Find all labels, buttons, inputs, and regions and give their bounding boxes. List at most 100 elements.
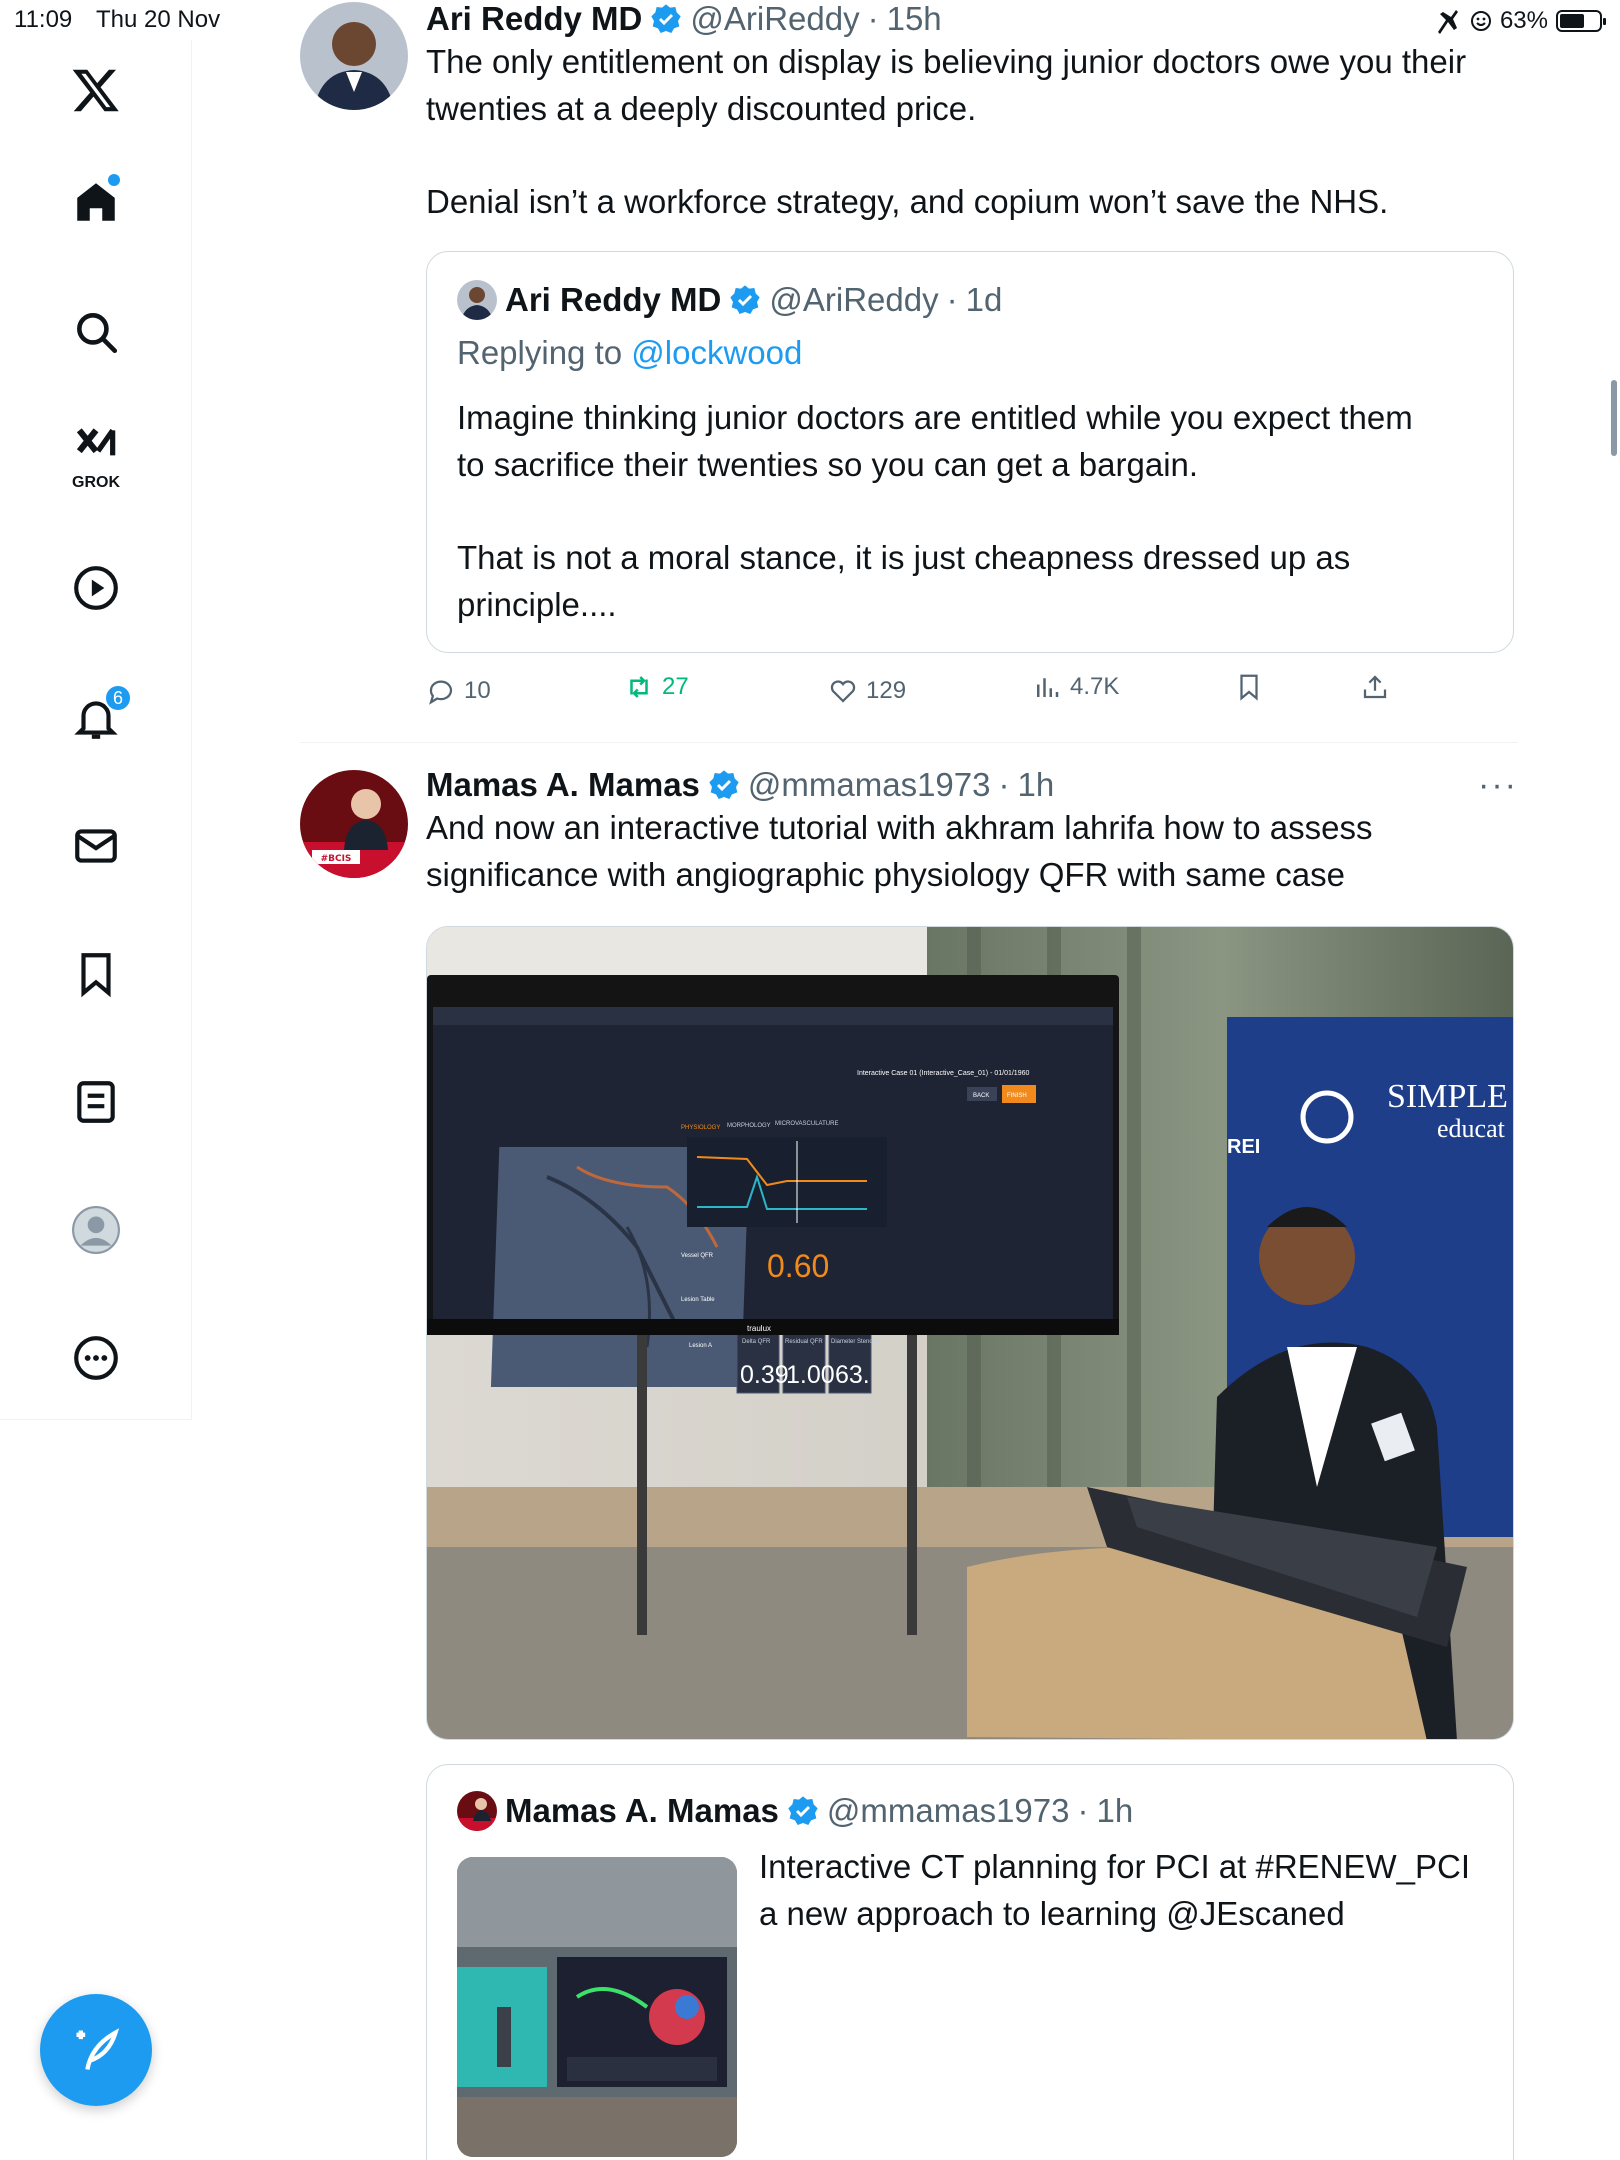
compose-button[interactable] (40, 1994, 152, 2106)
tweet1-text: The only entitlement on display is belie… (426, 38, 1518, 225)
timestamp[interactable]: 1h (1018, 766, 1055, 804)
lesion-table: Lesion Table (681, 1297, 715, 1303)
sidebar-item-lists[interactable] (56, 1062, 136, 1142)
sidebar-item-notifications[interactable]: 6 (56, 678, 136, 758)
repost-icon (630, 676, 648, 698)
home-unread-dot (108, 174, 120, 186)
tweet1-avatar[interactable] (300, 2, 408, 110)
screen-value: 0.60 (767, 1248, 829, 1284)
separator: · (1077, 1792, 1089, 1829)
text-line: a new approach to learning @JEscaned (759, 1895, 1345, 1932)
sidebar-item-search[interactable] (56, 292, 136, 372)
share-button[interactable] (1360, 672, 1390, 702)
finish-btn: FINISH (1007, 1093, 1027, 1099)
text-line: Denial isn’t a workforce strategy, and c… (426, 183, 1389, 220)
cell-value-2: 1.00 (786, 1361, 835, 1389)
author-handle[interactable]: @AriReddy (690, 0, 859, 38)
status-time: 11:09 (14, 6, 73, 33)
tab-morphology: MORPHOLOGY (727, 1123, 771, 1129)
quote-text: Imagine thinking junior doctors are enti… (457, 394, 1497, 628)
text-line: Imagine thinking junior doctors are enti… (457, 399, 1413, 436)
sidebar-item-grok[interactable]: GROK (56, 418, 136, 498)
quoted-tweet[interactable]: Ari Reddy MD @AriReddy · 1d Replying to … (426, 251, 1514, 653)
battery-icon (1556, 10, 1606, 32)
text-line: principle.... (457, 586, 617, 623)
tweet2-header: Mamas A. Mamas @mmamas1973 · 1h (426, 766, 1518, 804)
bookmark-icon (1240, 674, 1258, 701)
monitor: Interactive Case 01 (Interactive_Case_01… (427, 975, 1119, 1394)
search-icon (77, 313, 118, 354)
profile-avatar-icon (72, 1206, 120, 1254)
text-line: Interactive CT planning for PCI at #RENE… (759, 1848, 1471, 1885)
like-count: 129 (866, 677, 907, 704)
replying-to: Replying to @lockwood (457, 334, 802, 372)
text-line: twenties at a deeply discounted price. (426, 90, 977, 127)
sidebar-nav: GROK 6 (0, 40, 192, 1420)
verified-badge-icon (788, 1796, 818, 1825)
cell-value-1: 0.39 (740, 1361, 789, 1389)
bookmark-icon (81, 953, 111, 998)
banner-rei: REI (1227, 1136, 1260, 1158)
sidebar-item-bookmarks[interactable] (56, 934, 136, 1014)
quote2-avatar (457, 1791, 497, 1831)
tweet2-photo[interactable]: SIMPLE educat REI Interactive Case 01 (I… (426, 926, 1514, 1740)
tab-micro: MICROVASCULATURE (775, 1121, 838, 1127)
tweet2[interactable]: Mamas A. Mamas @mmamas1973 · 1h ··· And … (426, 766, 1518, 898)
share-icon (1363, 675, 1387, 699)
bookmark-button[interactable] (1234, 672, 1264, 702)
tab-physiology: PHYSIOLOGY (681, 1125, 720, 1131)
sidebar-item-more[interactable] (56, 1318, 136, 1398)
tweet1-header: Ari Reddy MD @AriReddy · 15h (426, 0, 1518, 38)
quote2-text: Interactive CT planning for PCI at #RENE… (759, 1843, 1499, 1937)
quote2-thumbnail[interactable] (457, 1857, 737, 2157)
quote2-author-handle: @mmamas1973 (826, 1792, 1070, 1829)
tweet-divider (300, 742, 1518, 743)
grok-icon (76, 428, 116, 456)
text-line: significance with angiographic physiolog… (426, 856, 1345, 893)
cell-header-3: Diameter Stenosis (831, 1339, 880, 1345)
author-handle[interactable]: @mmamas1973 (748, 766, 991, 804)
heart-icon (830, 680, 856, 703)
separator: · (946, 281, 958, 318)
views-button[interactable]: 4.7K (1032, 672, 1119, 702)
sidebar-item-video[interactable] (56, 548, 136, 628)
x-logo-icon[interactable] (56, 50, 136, 130)
status-date: Thu 20 Nov (96, 6, 221, 33)
mail-icon (75, 829, 117, 863)
scrollbar[interactable] (1611, 380, 1617, 456)
vessel-qfr: Vessel QFR (681, 1253, 714, 1259)
tweet2-text: And now an interactive tutorial with akh… (426, 804, 1518, 898)
sidebar-item-home[interactable] (56, 162, 136, 242)
author-name[interactable]: Ari Reddy MD (426, 0, 642, 38)
quote-author-handle: @AriReddy (769, 281, 939, 318)
compose-feather-icon (76, 2028, 120, 2070)
reply-count: 10 (464, 677, 491, 704)
author-name[interactable]: Mamas A. Mamas (426, 766, 700, 804)
tweet2-avatar[interactable]: #BCIS (300, 770, 408, 878)
grok-label: GROK (72, 474, 120, 491)
cell-value-3: 63. (835, 1361, 870, 1389)
separator: · (998, 766, 1010, 803)
like-button[interactable]: 129 (828, 676, 906, 706)
repost-button[interactable]: 27 (624, 672, 689, 702)
quote-header: Ari Reddy MD @AriReddy · 1d (457, 280, 1002, 320)
timestamp[interactable]: 15h (887, 0, 942, 38)
notifications-badge: 6 (104, 684, 132, 712)
text-line: And now an interactive tutorial with akh… (426, 809, 1373, 846)
case-title: Interactive Case 01 (Interactive_Case_01… (857, 1070, 1029, 1077)
list-icon (77, 1081, 115, 1123)
replying-to-link[interactable]: @lockwood (631, 334, 802, 371)
text-line: The only entitlement on display is belie… (426, 43, 1467, 80)
more-options-button[interactable]: ··· (1478, 766, 1518, 805)
quoted-tweet-2[interactable]: Mamas A. Mamas @mmamas1973 · 1h Interact… (426, 1764, 1514, 2160)
lesion-a: Lesion A (689, 1343, 712, 1349)
quote2-author-name: Mamas A. Mamas (505, 1792, 779, 1829)
more-circle-icon (74, 1336, 118, 1380)
reply-button[interactable]: 10 (426, 676, 491, 706)
back-btn: BACK (973, 1093, 989, 1099)
sidebar-item-messages[interactable] (56, 806, 136, 886)
tweet1[interactable]: Ari Reddy MD @AriReddy · 15h The only en… (426, 0, 1518, 225)
sidebar-item-profile[interactable] (56, 1190, 136, 1270)
play-circle-icon (74, 566, 118, 610)
svg-text:#BCIS: #BCIS (321, 854, 352, 864)
